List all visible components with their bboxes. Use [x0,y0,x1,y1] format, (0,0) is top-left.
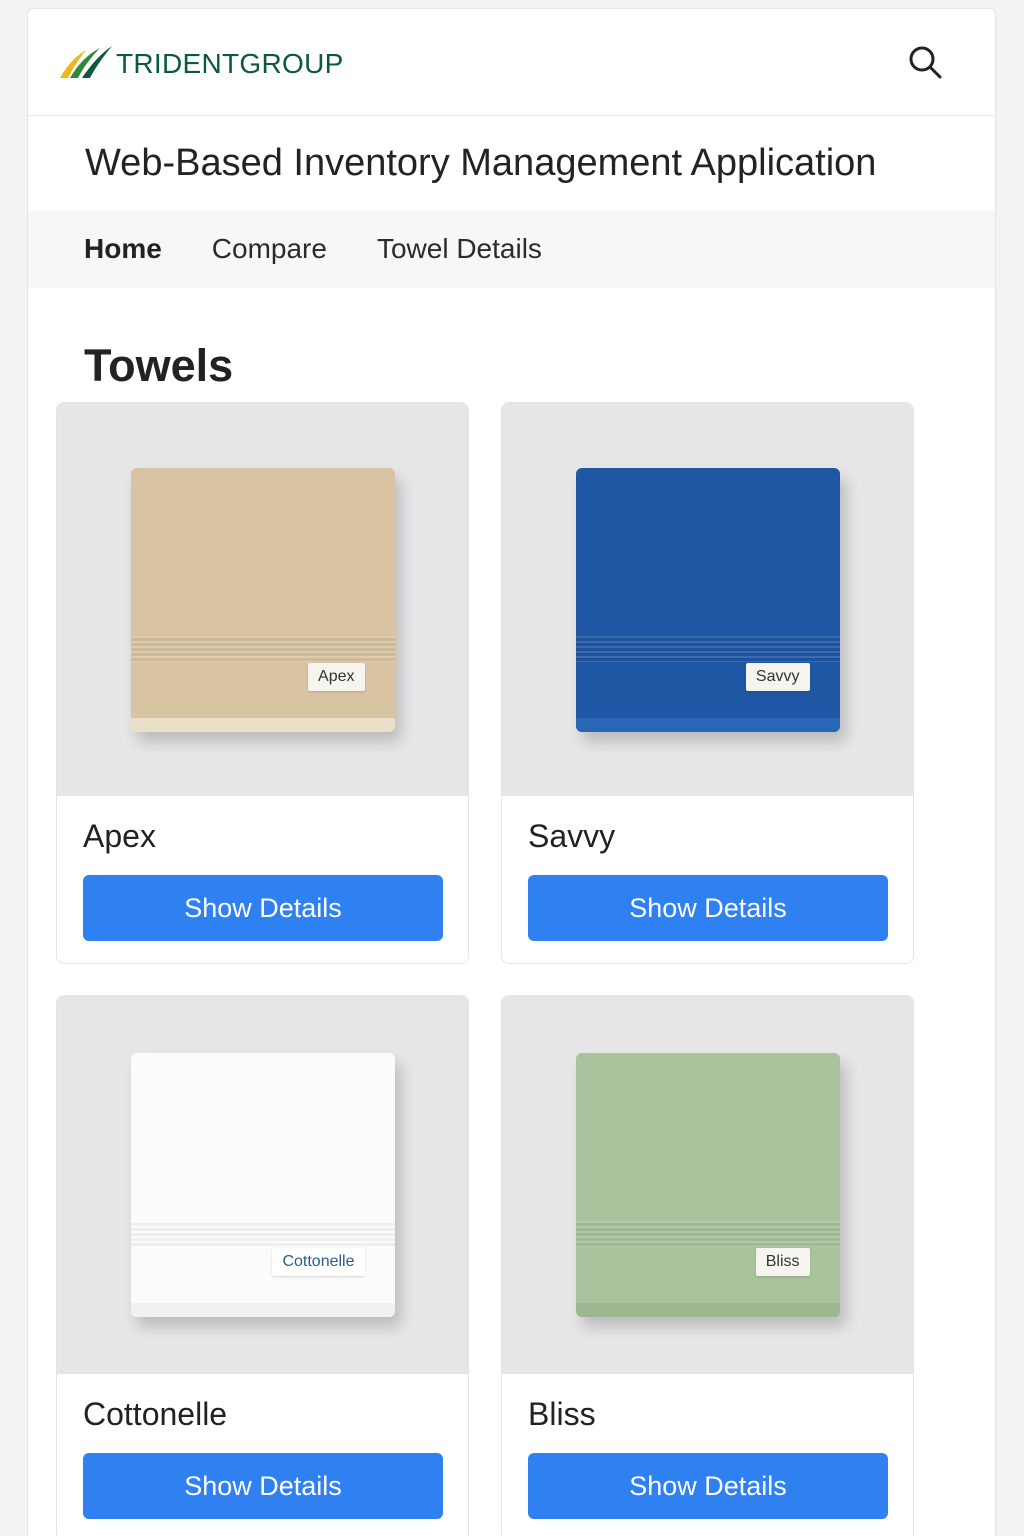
nav-towel-details[interactable]: Towel Details [377,233,542,265]
towel-tag-savvy: Savvy [745,662,810,691]
towel-card-bliss: Bliss Bliss Show Details [501,995,914,1536]
towel-grid: Apex Apex Show Details Savvy Savvy Show … [56,402,914,1536]
towel-apex-illustration: Apex [130,467,395,732]
search-icon [909,46,942,79]
nav-compare[interactable]: Compare [212,233,327,265]
card-body: Savvy Show Details [502,796,913,963]
towel-tag-apex: Apex [308,662,365,691]
main-nav: Home Compare Towel Details [28,210,995,288]
card-body: Apex Show Details [57,796,468,963]
brand-name: TRIDENTGROUP [116,48,344,79]
trident-logo-icon [60,46,112,78]
show-details-button-apex[interactable]: Show Details [83,875,443,941]
towel-image-cottonelle[interactable]: Cottonelle [57,996,468,1374]
card-body: Cottonelle Show Details [57,1374,468,1536]
towel-name-cottonelle: Cottonelle [83,1396,228,1432]
towel-card-apex: Apex Apex Show Details [56,402,469,964]
towel-tag-cottonelle: Cottonelle [272,1248,365,1276]
show-details-button-bliss[interactable]: Show Details [528,1453,888,1519]
card-body: Bliss Show Details [502,1374,913,1536]
nav-home[interactable]: Home [84,233,162,265]
towel-tag-bliss: Bliss [755,1248,810,1276]
brand-logo[interactable]: TRIDENTGROUP [58,44,344,80]
show-details-button-cottonelle[interactable]: Show Details [83,1453,443,1519]
towel-card-savvy: Savvy Savvy Show Details [501,402,914,964]
towel-name-apex: Apex [83,818,156,854]
app-title: Web-Based Inventory Management Applicati… [85,141,877,184]
towel-card-cottonelle: Cottonelle Cottonelle Show Details [56,995,469,1536]
search-button[interactable] [905,42,945,82]
app-title-bar: Web-Based Inventory Management Applicati… [28,116,995,210]
top-header: TRIDENTGROUP [28,9,995,116]
towel-name-savvy: Savvy [528,818,616,854]
towel-image-bliss[interactable]: Bliss [502,996,913,1374]
show-details-button-savvy[interactable]: Show Details [528,875,888,941]
towel-image-apex[interactable]: Apex [57,403,468,796]
section-title: Towels [84,340,234,391]
towel-savvy-illustration: Savvy [575,467,840,732]
towel-image-savvy[interactable]: Savvy [502,403,913,796]
towel-cottonelle-illustration: Cottonelle [130,1053,395,1317]
towel-bliss-illustration: Bliss [575,1053,840,1317]
towel-name-bliss: Bliss [528,1396,596,1432]
